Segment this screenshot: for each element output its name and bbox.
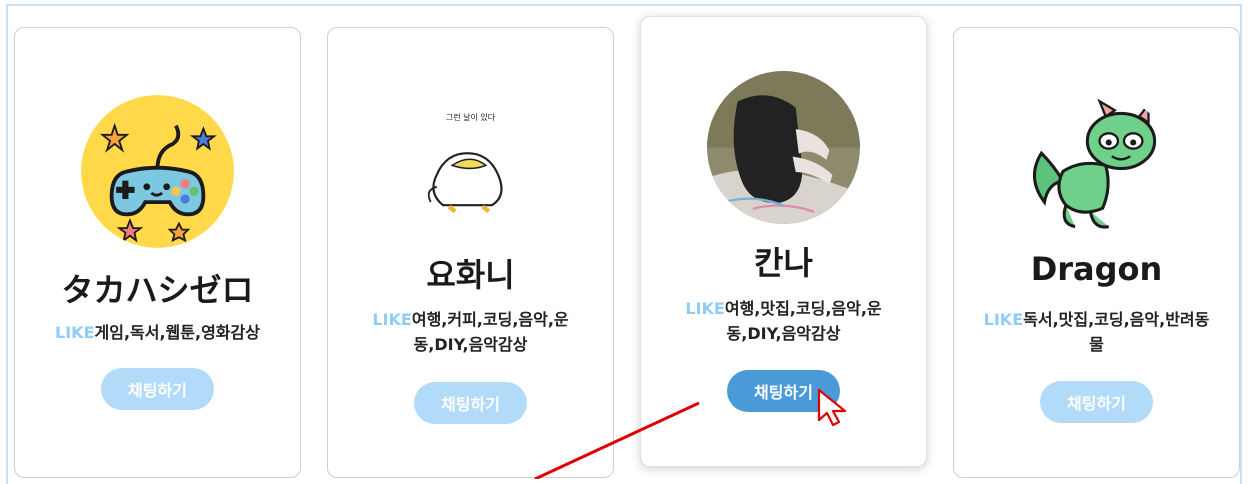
avatar-caption: 그런 날이 있다 xyxy=(445,113,496,122)
chat-button[interactable]: 채팅하기 xyxy=(101,368,214,410)
chat-button[interactable]: 채팅하기 xyxy=(1040,381,1153,423)
likes-prefix: LIKE xyxy=(685,299,725,318)
profile-name: タカハシゼロ xyxy=(61,271,254,309)
profile-card: タカハシゼロ LIKE게임,독서,웹툰,영화감상 채팅하기 xyxy=(14,27,301,478)
dragon-icon xyxy=(1020,92,1173,245)
chat-button[interactable]: 채팅하기 xyxy=(414,382,527,424)
likes-text: 여행,맛집,코딩,음악,운동,DIY,음악감상 xyxy=(724,299,882,343)
profile-card: 그런 날이 있다 요화니 LIKE여행,커피,코딩,음악,운동,DIY,음악감상… xyxy=(327,27,614,478)
profile-name: 요화니 xyxy=(426,256,515,294)
profile-likes: LIKE독서,맛집,코딩,음악,반려동물 xyxy=(978,307,1215,357)
profile-card: Dragon LIKE독서,맛집,코딩,음악,반려동물 채팅하기 xyxy=(953,27,1240,478)
likes-text: 독서,맛집,코딩,음악,반려동물 xyxy=(1023,310,1210,354)
profile-name: Dragon xyxy=(1030,250,1163,288)
game-controller-icon xyxy=(81,95,234,248)
mouse-pointer-icon xyxy=(817,388,847,427)
profile-likes: LIKE여행,맛집,코딩,음악,운동,DIY,음악감상 xyxy=(665,296,902,346)
profile-likes: LIKE게임,독서,웹툰,영화감상 xyxy=(39,320,276,345)
likes-text: 게임,독서,웹툰,영화감상 xyxy=(94,323,260,342)
likes-prefix: LIKE xyxy=(372,310,412,329)
profile-card-active: 칸나 LIKE여행,맛집,코딩,음악,운동,DIY,음악감상 채팅하기 xyxy=(640,16,927,467)
person-photo-icon xyxy=(707,71,860,224)
likes-prefix: LIKE xyxy=(983,310,1024,329)
likes-prefix: LIKE xyxy=(55,323,95,342)
likes-text: 여행,커피,코딩,음악,운동,DIY,음악감상 xyxy=(411,310,569,354)
profile-name: 칸나 xyxy=(754,244,813,282)
profile-likes: LIKE여행,커피,코딩,음악,운동,DIY,음악감상 xyxy=(352,307,589,357)
